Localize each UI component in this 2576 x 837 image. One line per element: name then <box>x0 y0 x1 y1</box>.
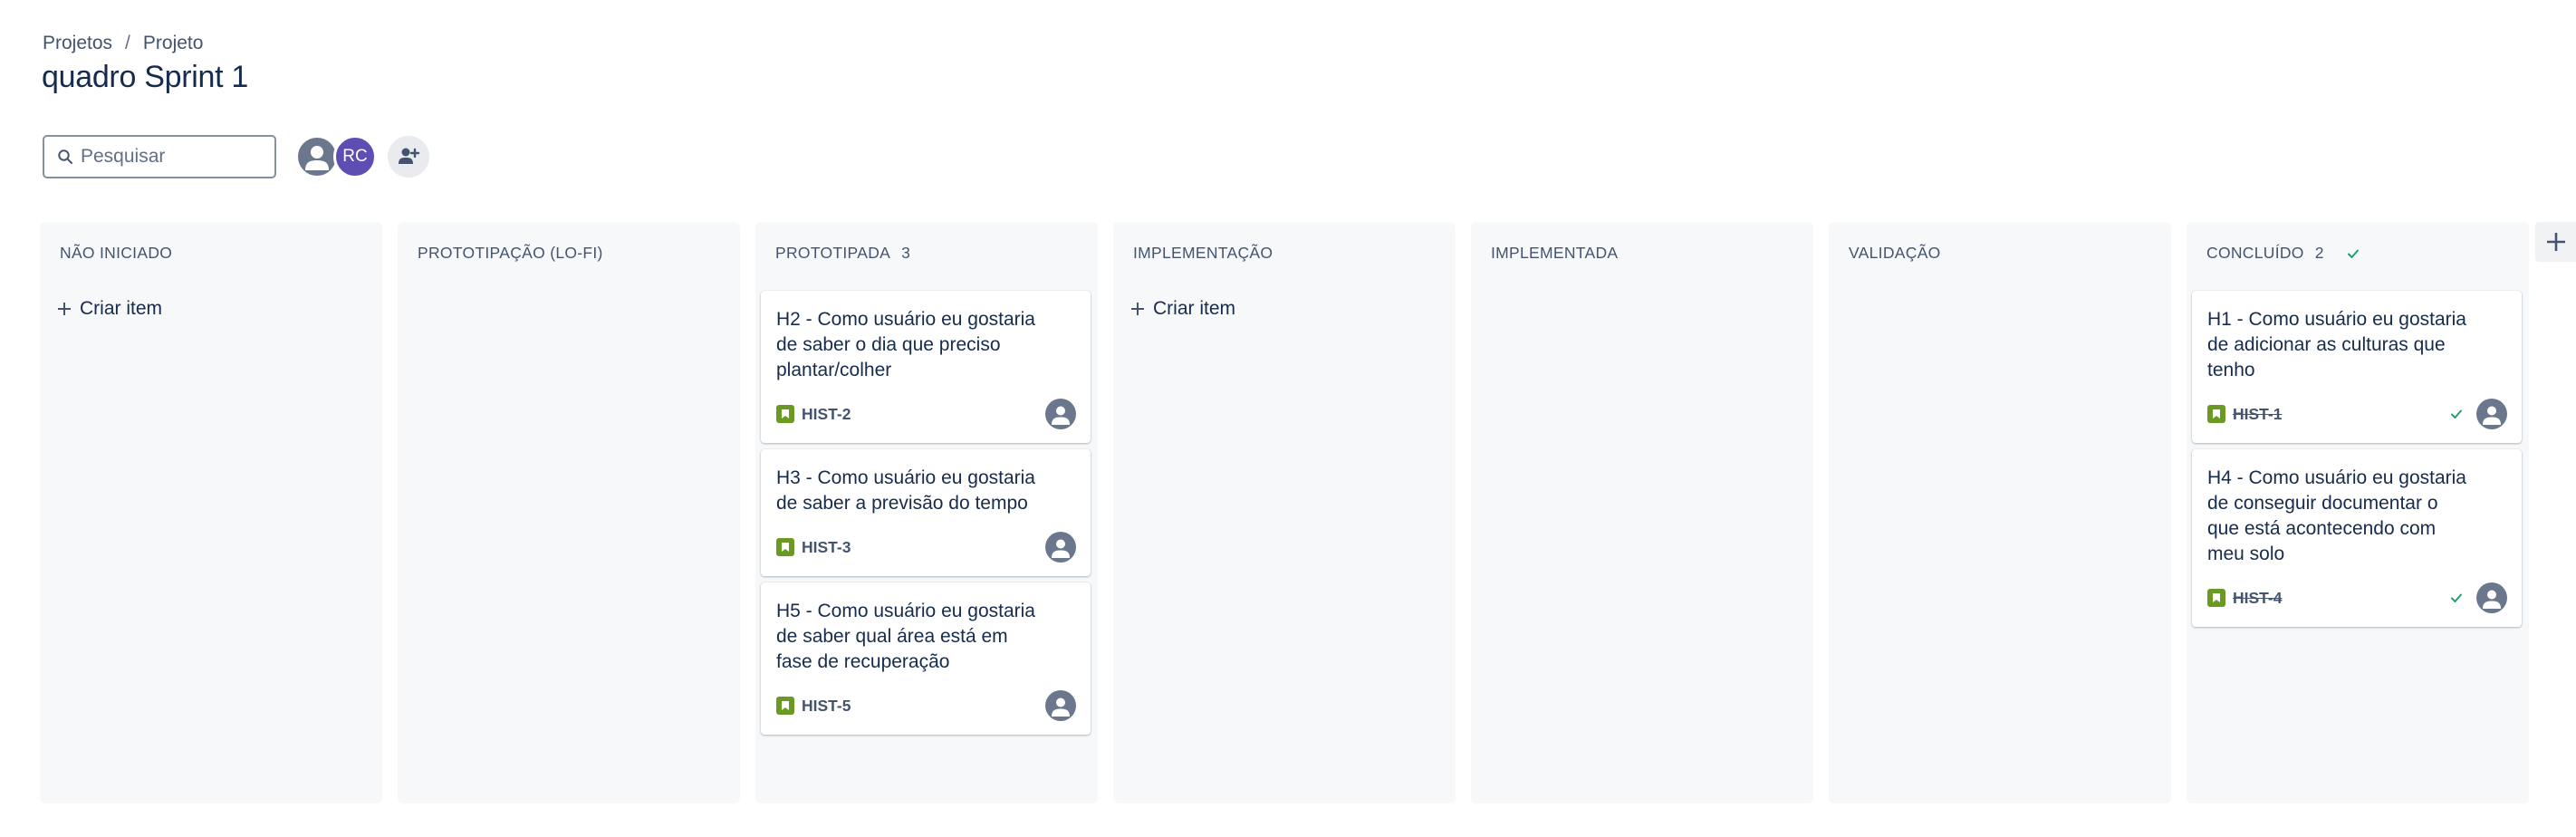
card-title: H3 - Como usuário eu gostaria de saber a… <box>776 467 1035 514</box>
column-implementacao: IMPLEMENTAÇÃO Criar item <box>1113 222 1456 803</box>
issue-card[interactable]: H3 - Como usuário eu gostaria de saber a… <box>761 449 1091 576</box>
card-title: H2 - Como usuário eu gostaria de saber o… <box>776 309 1035 380</box>
user-icon <box>1052 539 1070 558</box>
column-header: NÃO INICIADO <box>60 244 172 263</box>
issue-card[interactable]: H1 - Como usuário eu gostaria de adicion… <box>2192 291 2522 443</box>
user-icon <box>1052 406 1070 425</box>
story-icon <box>776 405 794 423</box>
search-box[interactable] <box>43 135 276 178</box>
user-icon <box>1052 698 1070 717</box>
column-header: IMPLEMENTADA <box>1491 244 1618 263</box>
column-header: PROTOTIPAÇÃO (LO-FI) <box>418 244 603 263</box>
issue-card[interactable]: H4 - Como usuário eu gostaria de consegu… <box>2192 449 2522 627</box>
issue-key[interactable]: HIST-3 <box>802 538 851 557</box>
story-icon <box>2207 405 2225 423</box>
column-title: IMPLEMENTADA <box>1491 244 1619 262</box>
breadcrumb: Projetos / Projeto <box>43 33 203 54</box>
story-icon <box>776 538 794 556</box>
column-header: CONCLUÍDO 2 <box>2206 244 2360 263</box>
column-header: PROTOTIPADA 3 <box>775 244 910 263</box>
board: NÃO INICIADO Criar item PROTOTIPAÇÃO (LO… <box>40 222 2529 803</box>
user-icon <box>2483 590 2501 609</box>
column-title: IMPLEMENTAÇÃO <box>1133 244 1274 262</box>
avatar-rc[interactable]: RC <box>333 135 377 178</box>
assignee-avatar[interactable] <box>1045 690 1076 721</box>
issue-card[interactable]: H2 - Como usuário eu gostaria de saber o… <box>761 291 1091 443</box>
column-prototipada: PROTOTIPADA 3 H2 - Como usuário eu gosta… <box>755 222 1098 803</box>
plus-icon <box>1131 303 1144 315</box>
column-title: CONCLUÍDO <box>2206 244 2304 262</box>
story-icon <box>2207 589 2225 607</box>
column-validacao: VALIDAÇÃO <box>1829 222 2171 803</box>
add-column-button[interactable] <box>2535 222 2576 262</box>
column-prototipacao: PROTOTIPAÇÃO (LO-FI) <box>398 222 740 803</box>
column-nao-iniciado: NÃO INICIADO Criar item <box>40 222 382 803</box>
create-item-button[interactable]: Criar item <box>56 298 162 320</box>
add-user-icon <box>399 148 420 164</box>
create-item-label: Criar item <box>1153 298 1236 319</box>
breadcrumb-projetos[interactable]: Projetos <box>43 33 112 54</box>
column-header: VALIDAÇÃO <box>1849 244 1941 263</box>
avatar-generic[interactable] <box>295 135 339 178</box>
check-icon <box>2451 593 2462 602</box>
user-icon <box>305 146 329 170</box>
card-list: H1 - Como usuário eu gostaria de adicion… <box>2192 291 2522 627</box>
avatar-initials: RC <box>342 147 368 166</box>
plus-icon <box>58 303 71 315</box>
issue-key[interactable]: HIST-5 <box>802 697 851 716</box>
issue-key[interactable]: HIST-2 <box>802 405 851 424</box>
column-concluido: CONCLUÍDO 2 H1 - Como usuário eu gostari… <box>2187 222 2529 803</box>
search-input[interactable] <box>81 146 262 168</box>
column-title: NÃO INICIADO <box>60 244 173 262</box>
column-count: 2 <box>2314 244 2324 262</box>
assignee-avatar[interactable] <box>1045 532 1076 563</box>
page-title: quadro Sprint 1 <box>42 60 248 94</box>
avatar-group: RC <box>295 135 429 178</box>
issue-key[interactable]: HIST-4 <box>2233 589 2282 608</box>
check-icon <box>2451 409 2462 418</box>
story-icon <box>776 697 794 715</box>
assignee-avatar[interactable] <box>1045 399 1076 429</box>
check-icon <box>2347 249 2359 258</box>
column-title: PROTOTIPAÇÃO (LO-FI) <box>418 244 603 262</box>
search-icon <box>58 149 72 164</box>
issue-card[interactable]: H5 - Como usuário eu gostaria de saber q… <box>761 582 1091 735</box>
card-title: H4 - Como usuário eu gostaria de consegu… <box>2207 467 2466 564</box>
card-title: H1 - Como usuário eu gostaria de adicion… <box>2207 309 2466 380</box>
column-title: PROTOTIPADA <box>775 244 891 262</box>
card-list: H2 - Como usuário eu gostaria de saber o… <box>761 291 1091 735</box>
column-implementada: IMPLEMENTADA <box>1471 222 1813 803</box>
plus-icon <box>2546 233 2565 251</box>
issue-key[interactable]: HIST-1 <box>2233 405 2282 424</box>
card-title: H5 - Como usuário eu gostaria de saber q… <box>776 601 1035 672</box>
create-item-button[interactable]: Criar item <box>1129 298 1235 320</box>
assignee-avatar[interactable] <box>2476 399 2507 429</box>
assignee-avatar[interactable] <box>2476 582 2507 613</box>
breadcrumb-separator: / <box>125 33 130 53</box>
add-people-button[interactable] <box>388 136 429 178</box>
create-item-label: Criar item <box>80 298 163 319</box>
breadcrumb-projeto[interactable]: Projeto <box>143 33 204 54</box>
column-title: VALIDAÇÃO <box>1849 244 1941 262</box>
user-icon <box>2483 406 2501 425</box>
column-header: IMPLEMENTAÇÃO <box>1133 244 1273 263</box>
column-count: 3 <box>901 244 911 262</box>
